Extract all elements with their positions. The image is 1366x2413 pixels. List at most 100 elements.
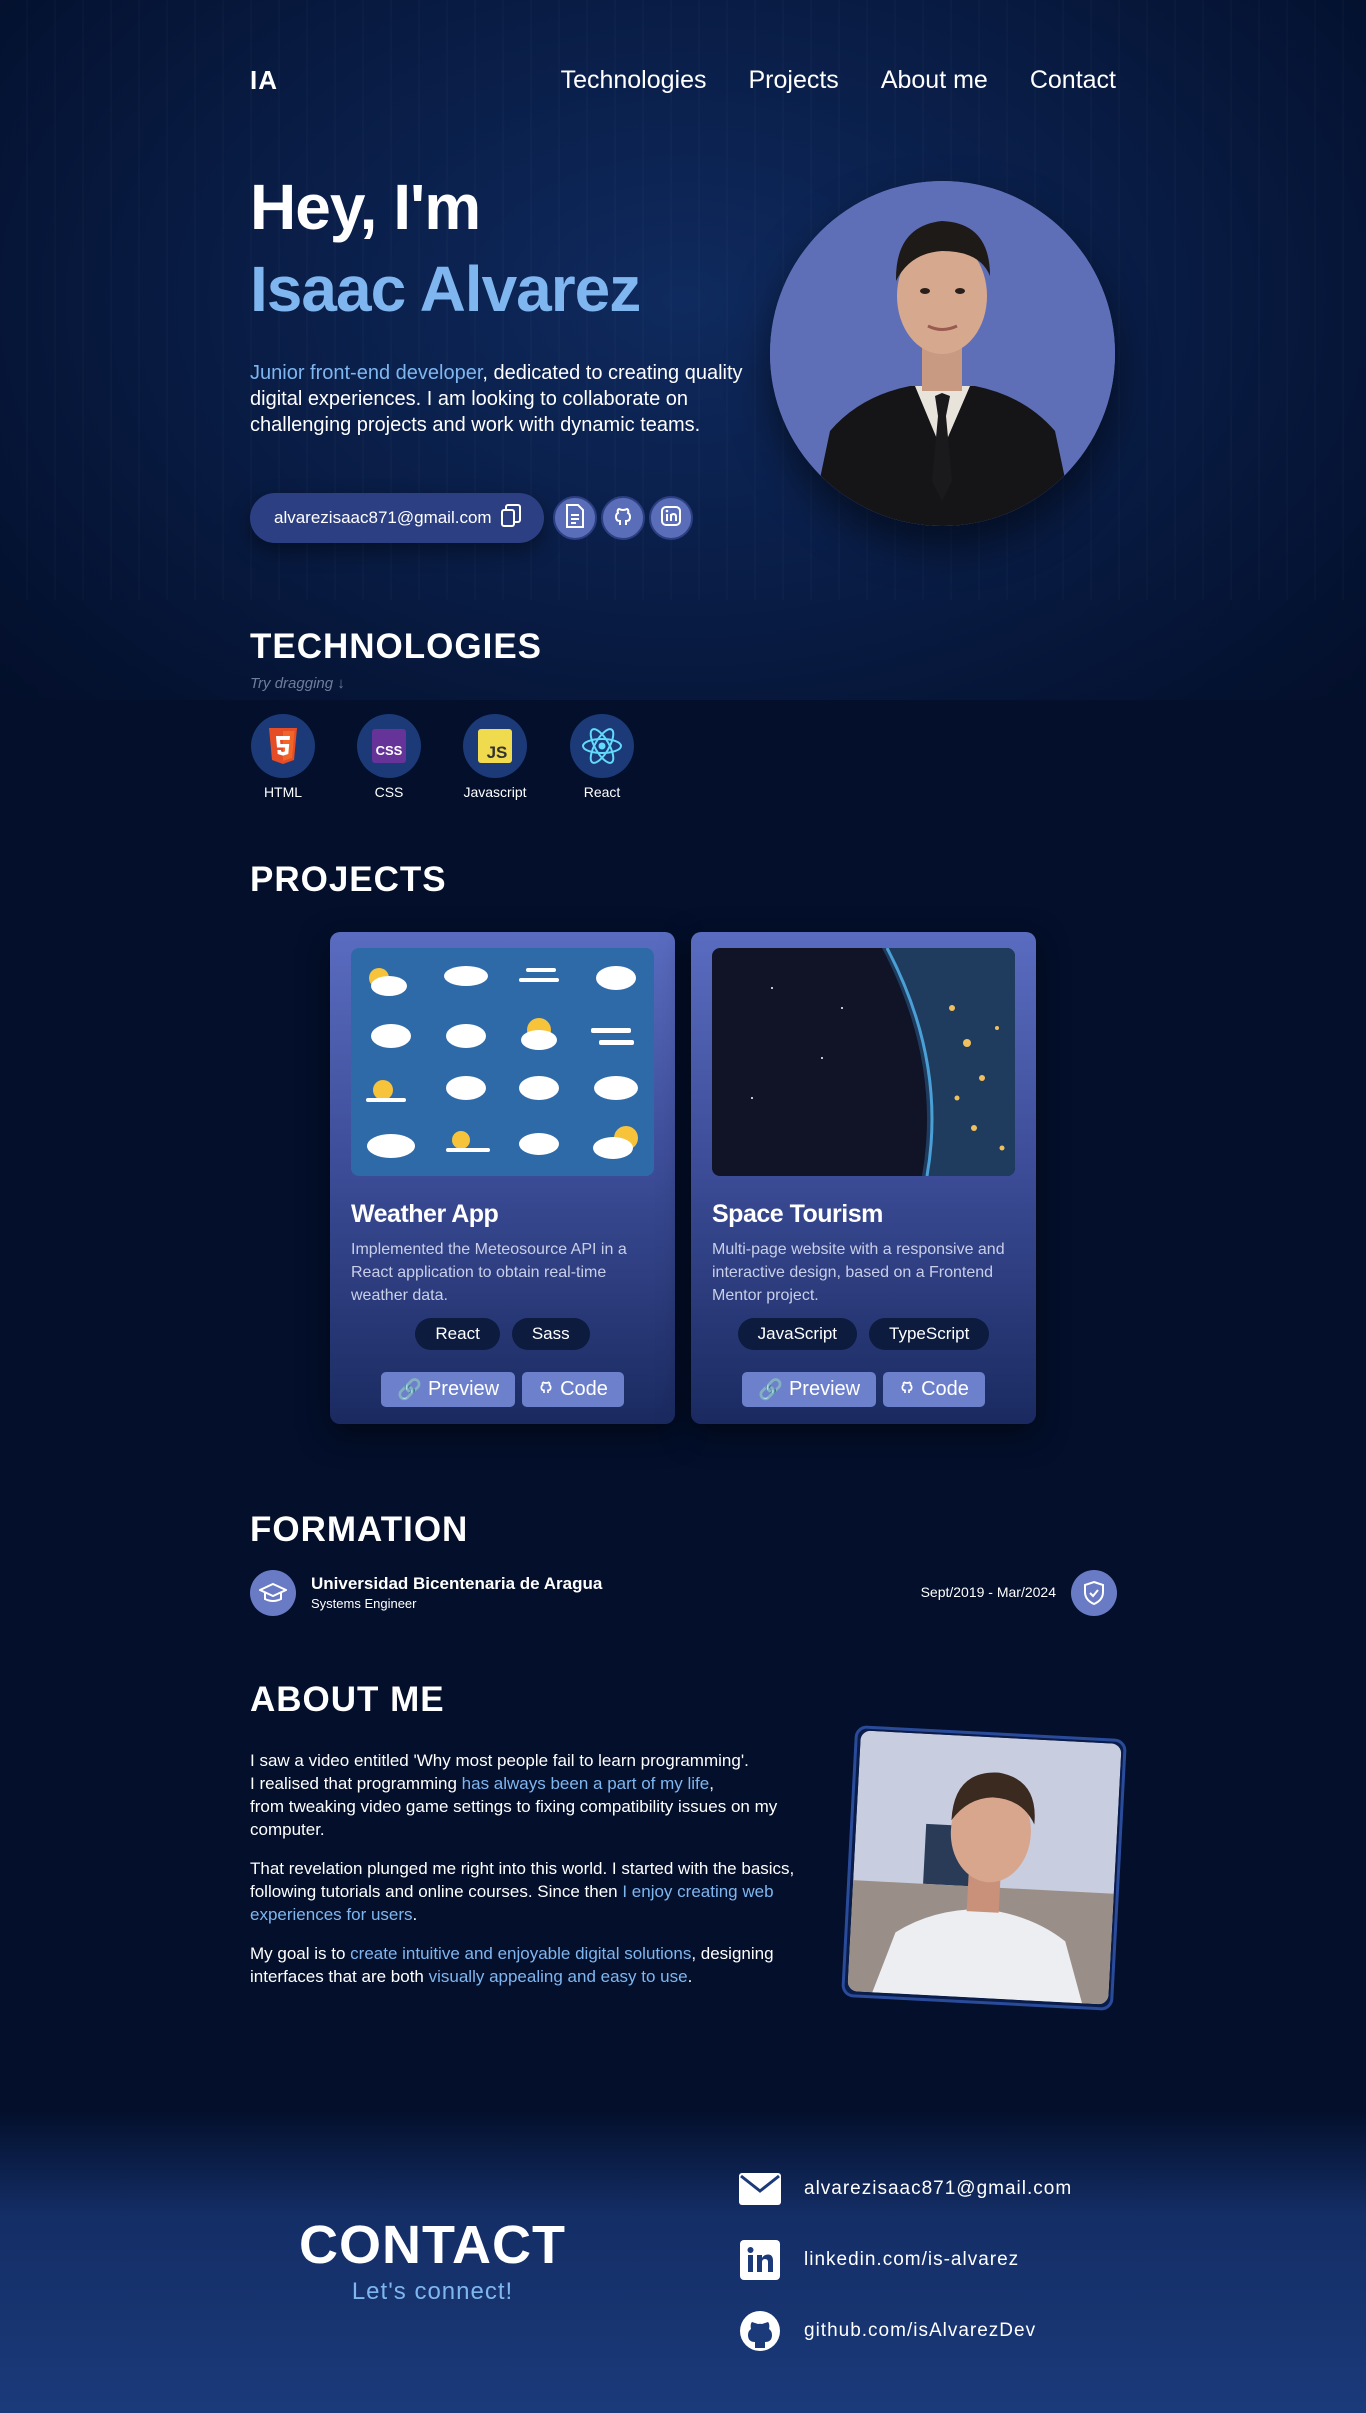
about-p1-highlight: has always been a part of my life xyxy=(461,1774,710,1793)
tech-item-html[interactable]: HTML xyxy=(248,714,318,800)
link-icon: 🔗 xyxy=(758,1379,783,1401)
about-p2-end: . xyxy=(412,1905,418,1924)
github-icon xyxy=(538,1378,554,1401)
hero-role: Junior front-end developer xyxy=(250,362,483,384)
nav-link-about[interactable]: About me xyxy=(881,66,988,95)
degree-name: Systems Engineer xyxy=(311,1596,417,1611)
hero-email: alvarezisaac871@gmail.com xyxy=(274,508,492,527)
svg-text:CSS: CSS xyxy=(376,743,403,758)
contact-section-background xyxy=(0,2110,1366,2413)
project-title: Space Tourism xyxy=(712,1200,883,1228)
project-description: Multi-page website with a responsive and… xyxy=(712,1241,1005,1304)
graduation-cap-icon xyxy=(250,1570,296,1616)
email-copy-pill[interactable]: alvarezisaac871@gmail.com xyxy=(250,493,544,543)
linkedin-button[interactable] xyxy=(649,496,693,540)
contact-subtitle: Let's connect! xyxy=(351,2278,514,2305)
project-card-space: Space Tourism Multi-page website with a … xyxy=(691,932,1036,1424)
about-paragraph-2: That revelation plunged me right into th… xyxy=(250,1857,830,1926)
svg-text:JS: JS xyxy=(487,743,508,762)
linkedin-icon xyxy=(738,2238,782,2282)
institution-name: Universidad Bicentenaria de Aragua xyxy=(311,1574,603,1593)
profile-photo xyxy=(770,181,1115,526)
about-p1-sentence: I saw a video entitled 'Why most people … xyxy=(250,1751,749,1770)
code-label: Code xyxy=(921,1378,969,1400)
js-icon: JS xyxy=(463,714,527,778)
github-icon xyxy=(738,2309,782,2353)
navbar: IA Technologies Projects About me Contac… xyxy=(250,60,1116,100)
code-label: Code xyxy=(560,1378,608,1400)
preview-label: Preview xyxy=(427,1378,500,1400)
tech-item-react[interactable]: React xyxy=(567,714,637,800)
tag-javascript: JavaScript xyxy=(737,1318,858,1350)
github-icon xyxy=(899,1378,915,1401)
technologies-title: TECHNOLOGIES xyxy=(250,627,543,666)
tag-sass: Sass xyxy=(511,1318,590,1350)
code-button[interactable]: Code xyxy=(883,1372,985,1407)
hero-description: Junior front-end developer, dedicated to… xyxy=(250,360,770,438)
project-buttons: 🔗 Preview Code xyxy=(691,1372,1036,1407)
github-button[interactable] xyxy=(601,496,645,540)
about-p3-highlight-1: create intuitive and enjoyable digital s… xyxy=(350,1944,692,1963)
link-icon: 🔗 xyxy=(397,1379,422,1401)
tech-label-react: React xyxy=(583,784,621,800)
css-icon: CSS xyxy=(357,714,421,778)
mail-icon xyxy=(738,2167,782,2211)
hero-greeting: Hey, I'm xyxy=(250,171,481,243)
resume-button[interactable] xyxy=(553,496,597,540)
linkedin-icon xyxy=(659,504,683,533)
weather-app-thumbnail xyxy=(351,948,654,1176)
about-title: ABOUT ME xyxy=(250,1680,445,1719)
about-p3-highlight-2: visually appealing and easy to use xyxy=(428,1967,688,1986)
project-title: Weather App xyxy=(351,1200,499,1228)
tech-label-html: HTML xyxy=(263,784,303,800)
contact-title: CONTACT xyxy=(299,2215,566,2275)
tag-react: React xyxy=(415,1318,500,1350)
formation-dates: Sept/2019 - Mar/2024 xyxy=(920,1584,1056,1600)
nav-link-contact[interactable]: Contact xyxy=(1030,66,1116,95)
preview-label: Preview xyxy=(788,1378,861,1400)
formation-title: FORMATION xyxy=(250,1510,469,1549)
nav-link-technologies[interactable]: Technologies xyxy=(561,66,707,95)
about-p1-text: I realised that programming xyxy=(250,1774,462,1793)
document-icon xyxy=(564,503,586,533)
site-logo[interactable]: IA xyxy=(250,65,278,96)
project-tags: React Sass xyxy=(330,1318,675,1350)
arrow-down-icon: ↓ xyxy=(337,675,345,692)
contact-github: github.com/isAlvarezDev xyxy=(804,2320,1037,2341)
github-icon xyxy=(611,504,635,533)
shield-check-icon xyxy=(1071,1570,1117,1616)
about-paragraph-3: My goal is to create intuitive and enjoy… xyxy=(250,1942,830,1988)
project-description: Implemented the Meteosource API in a Rea… xyxy=(351,1241,627,1304)
tech-label-css: CSS xyxy=(374,784,404,800)
contact-email-link[interactable]: alvarezisaac871@gmail.com xyxy=(738,2167,1072,2211)
drag-hint: Try dragging ↓ xyxy=(250,675,345,692)
about-p3-end: . xyxy=(687,1967,693,1986)
tech-item-css[interactable]: CSS CSS xyxy=(354,714,424,800)
copy-icon[interactable] xyxy=(500,503,522,533)
about-paragraph-1: I saw a video entitled 'Why most people … xyxy=(250,1749,830,1841)
preview-button[interactable]: 🔗 Preview xyxy=(742,1372,877,1407)
html5-icon xyxy=(251,714,315,778)
tech-item-javascript[interactable]: JS Javascript xyxy=(460,714,530,800)
about-p1-comma: , xyxy=(709,1774,714,1793)
project-card-weather: Weather App Implemented the Meteosource … xyxy=(330,932,675,1424)
space-tourism-thumbnail xyxy=(712,948,1015,1176)
about-photo xyxy=(847,1730,1122,2005)
projects-title: PROJECTS xyxy=(250,860,447,899)
contact-linkedin-link[interactable]: linkedin.com/is-alvarez xyxy=(738,2238,1019,2282)
contact-email: alvarezisaac871@gmail.com xyxy=(804,2178,1073,2199)
contact-linkedin: linkedin.com/is-alvarez xyxy=(804,2249,1020,2270)
project-tags: JavaScript TypeScript xyxy=(691,1318,1036,1350)
code-button[interactable]: Code xyxy=(522,1372,624,1407)
project-buttons: 🔗 Preview Code xyxy=(330,1372,675,1407)
nav-links: Technologies Projects About me Contact xyxy=(561,66,1116,95)
preview-button[interactable]: 🔗 Preview xyxy=(381,1372,516,1407)
tech-label-javascript: Javascript xyxy=(463,784,527,800)
nav-link-projects[interactable]: Projects xyxy=(749,66,839,95)
react-icon xyxy=(570,714,634,778)
about-p1-rest: from tweaking video game settings to fix… xyxy=(250,1797,778,1839)
hero-name: Isaac Alvarez xyxy=(250,253,641,325)
tag-typescript: TypeScript xyxy=(869,1318,990,1350)
drag-hint-text: Try dragging xyxy=(250,675,334,692)
contact-github-link[interactable]: github.com/isAlvarezDev xyxy=(738,2309,1036,2353)
